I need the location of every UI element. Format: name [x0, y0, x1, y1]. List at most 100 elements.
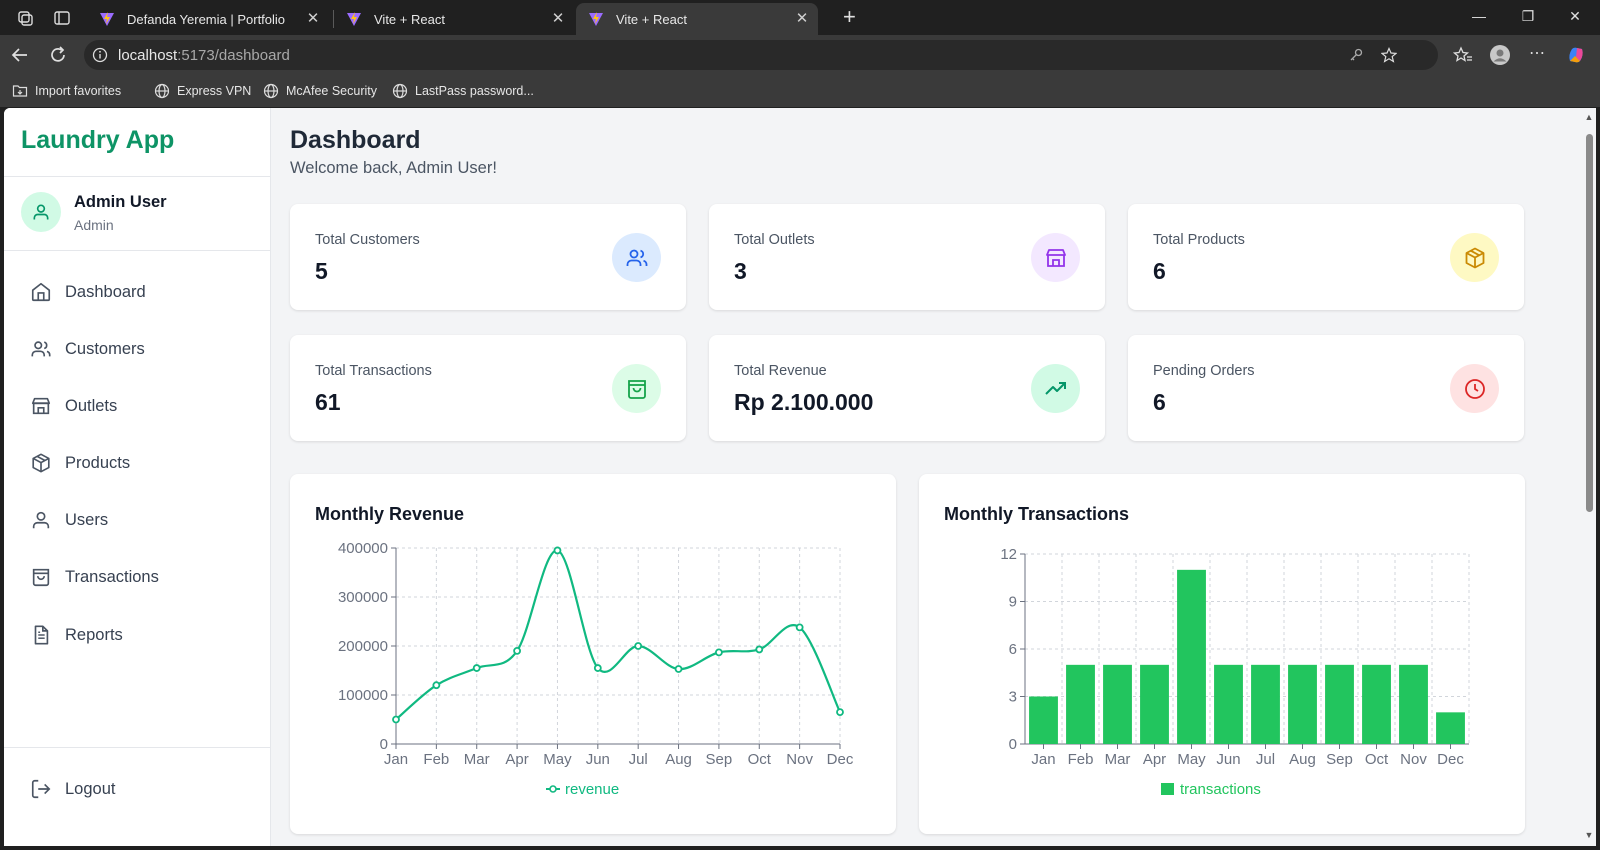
favorites-icon[interactable]: [1453, 45, 1473, 65]
sidebar-item-products[interactable]: Products: [30, 448, 130, 478]
package-icon: [32, 453, 50, 473]
stat-card-revenue: Total Revenue Rp 2.100.000: [709, 335, 1105, 441]
vite-icon: [589, 12, 603, 26]
sidebar-item-label: Dashboard: [65, 282, 146, 301]
y-tick-label: 9: [1009, 594, 1017, 611]
scrollbar-thumb[interactable]: [1586, 134, 1593, 512]
close-window-button[interactable]: ✕: [1565, 8, 1585, 25]
x-tick-label: Sep: [1326, 751, 1353, 768]
sidebar-item-customers[interactable]: Customers: [30, 334, 145, 364]
x-tick-label: Feb: [423, 751, 449, 768]
revenue-data-point: [634, 642, 643, 650]
y-tick-label: 3: [1009, 689, 1017, 706]
vertical-tabs-icon[interactable]: [53, 9, 71, 27]
stat-card-products: Total Products 6: [1128, 204, 1524, 310]
info-icon[interactable]: [92, 47, 108, 63]
user-name: Admin User: [74, 193, 167, 211]
transactions-bar: [1362, 664, 1391, 744]
bookmark-lastpass[interactable]: LastPass password...: [392, 83, 534, 99]
stat-value: Rp 2.100.000: [734, 389, 874, 415]
sidebar-item-reports[interactable]: Reports: [30, 620, 123, 650]
back-arrow-icon[interactable]: [10, 45, 30, 65]
user-icon: [33, 204, 49, 220]
transactions-bar: [1325, 664, 1354, 744]
bookmark-mcafee-security[interactable]: McAfee Security: [263, 83, 377, 99]
page-title: Dashboard: [290, 126, 421, 154]
transactions-bar: [1103, 664, 1132, 744]
y-tick-label: 0: [1009, 736, 1017, 753]
page-scrollbar[interactable]: ▲ ▼: [1582, 108, 1596, 846]
logout-button[interactable]: Logout: [30, 774, 115, 804]
x-tick-label: Sep: [706, 751, 733, 768]
close-icon[interactable]: ✕: [794, 11, 810, 27]
revenue-data-point: [795, 623, 804, 632]
x-tick-label: Aug: [665, 751, 692, 768]
bookmark-label: Import favorites: [35, 84, 122, 98]
minimize-button[interactable]: —: [1469, 8, 1489, 24]
sidebar-item-dashboard[interactable]: Dashboard: [30, 277, 146, 307]
sidebar-item-label: Customers: [65, 339, 145, 358]
scroll-up-icon[interactable]: ▲: [1584, 112, 1594, 122]
stat-card-customers: Total Customers 5: [290, 204, 686, 310]
stat-label: Total Transactions: [315, 363, 432, 379]
sidebar-item-label: Outlets: [65, 396, 118, 415]
transactions-bar: [1399, 664, 1428, 744]
y-tick-label: 300000: [338, 589, 388, 606]
x-tick-label: Apr: [1143, 751, 1166, 768]
transactions-bar: [1251, 664, 1280, 744]
sidebar-item-outlets[interactable]: Outlets: [30, 391, 117, 421]
stat-label: Total Outlets: [734, 232, 815, 248]
copilot-icon[interactable]: [1566, 45, 1586, 65]
users-icon: [31, 341, 51, 357]
restore-button[interactable]: ❐: [1518, 8, 1538, 25]
bookmark-label: McAfee Security: [286, 84, 378, 98]
stat-value: 6: [1153, 258, 1166, 284]
stat-label: Pending Orders: [1153, 363, 1255, 379]
folder-import-icon: [12, 85, 28, 97]
x-tick-label: Jun: [586, 751, 610, 768]
logout-label: Logout: [65, 779, 116, 798]
x-tick-label: May: [1177, 751, 1206, 768]
new-tab-button[interactable]: +: [843, 6, 856, 28]
transactions-bar: [1214, 664, 1243, 744]
sidebar-item-transactions[interactable]: Transactions: [30, 562, 159, 592]
stat-value: 3: [734, 258, 747, 284]
scroll-down-icon[interactable]: ▼: [1584, 830, 1594, 840]
tab-vite-react-active[interactable]: Vite + React ✕: [576, 3, 818, 35]
x-tick-label: Jul: [1256, 751, 1275, 768]
sidebar-item-users[interactable]: Users: [30, 505, 108, 535]
key-icon[interactable]: [1348, 47, 1364, 63]
url-text[interactable]: localhost:5173/dashboard: [118, 47, 290, 64]
user-role: Admin: [74, 217, 114, 233]
x-tick-label: Jul: [629, 751, 648, 768]
profile-icon[interactable]: [1490, 45, 1510, 65]
store-icon: [31, 397, 51, 415]
workspaces-icon[interactable]: [16, 9, 34, 27]
tab-portfolio[interactable]: Defanda Yeremia | Portfolio ✕: [87, 3, 329, 35]
close-icon[interactable]: ✕: [305, 11, 321, 27]
tab-vite-react[interactable]: Vite + React ✕: [334, 3, 574, 35]
x-tick-label: Dec: [1437, 751, 1464, 768]
legend-swatch: [1161, 783, 1174, 795]
bookmark-express-vpn[interactable]: Express VPN: [154, 83, 251, 99]
browser-tab-strip: Defanda Yeremia | Portfolio ✕ Vite + Rea…: [0, 0, 1600, 35]
legend-label: revenue: [565, 781, 619, 798]
x-tick-label: Feb: [1068, 751, 1094, 768]
revenue-line-chart: 0100000200000300000400000Jan Feb Mar Apr May…: [338, 540, 854, 798]
revenue-data-point: [553, 546, 562, 555]
refresh-icon[interactable]: [48, 45, 68, 65]
more-options-icon[interactable]: ⋯: [1527, 45, 1547, 65]
shopping-bag-icon: [627, 379, 646, 399]
close-icon[interactable]: ✕: [550, 11, 566, 27]
x-tick-label: Oct: [748, 751, 772, 768]
x-tick-label: Dec: [827, 751, 854, 768]
logout-icon: [31, 779, 51, 799]
transactions-bar: [1436, 712, 1465, 744]
address-bar[interactable]: localhost:5173/dashboard: [84, 40, 1438, 70]
page-viewport: Laundry App Admin User Admin Dashboard C…: [4, 108, 1582, 846]
vite-icon: [347, 12, 361, 26]
bookmark-import-favorites[interactable]: Import favorites: [12, 83, 121, 99]
star-icon[interactable]: [1381, 47, 1397, 63]
x-tick-label: May: [543, 751, 572, 768]
sidebar-item-label: Reports: [65, 625, 123, 644]
